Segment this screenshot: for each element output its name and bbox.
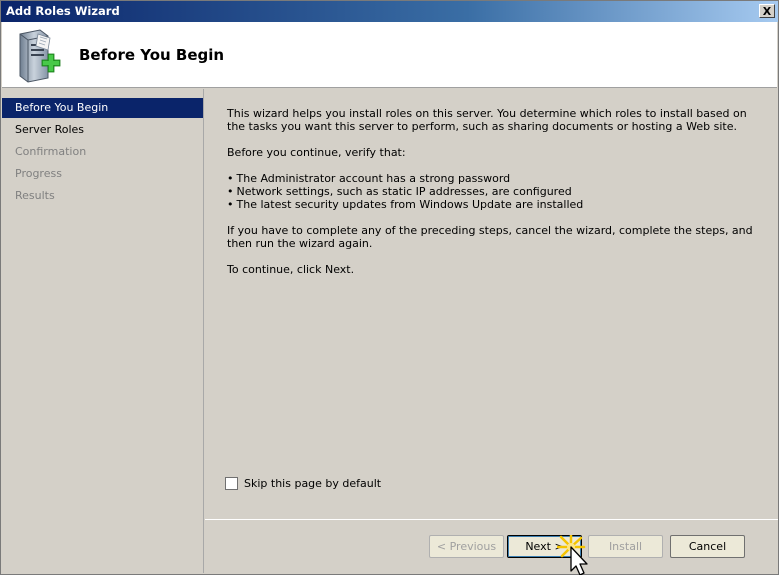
close-button[interactable]: X xyxy=(759,4,775,18)
window-title: Add Roles Wizard xyxy=(6,4,120,18)
continue-note: To continue, click Next. xyxy=(227,263,355,276)
step-before-you-begin[interactable]: Before You Begin xyxy=(2,98,203,118)
checklist-item: Network settings, such as static IP addr… xyxy=(227,185,583,198)
skip-page-option[interactable]: Skip this page by default xyxy=(225,477,381,490)
step-progress: Progress xyxy=(15,167,62,180)
wizard-window: Add Roles Wizard X Before You Begin Befo… xyxy=(0,0,779,575)
close-icon: X xyxy=(762,4,772,18)
cancel-button[interactable]: Cancel xyxy=(670,535,745,558)
page-title: Before You Begin xyxy=(79,46,225,64)
next-button[interactable]: Next > xyxy=(507,535,582,558)
step-list: Before You Begin Server Roles Confirmati… xyxy=(2,89,204,573)
checklist-item: The latest security updates from Windows… xyxy=(227,198,584,211)
step-server-roles[interactable]: Server Roles xyxy=(2,120,203,140)
step-confirmation: Confirmation xyxy=(15,145,87,158)
wizard-header: Before You Begin xyxy=(2,22,777,88)
skip-label[interactable]: Skip this page by default xyxy=(244,477,381,490)
skip-checkbox[interactable] xyxy=(225,477,238,490)
footer-divider xyxy=(205,519,778,520)
install-button[interactable]: Install xyxy=(588,535,663,558)
step-results: Results xyxy=(15,189,55,202)
checklist-item: The Administrator account has a strong p… xyxy=(227,172,583,185)
checklist: The Administrator account has a strong p… xyxy=(227,172,584,211)
server-add-icon xyxy=(19,29,61,83)
intro-text: This wizard helps you install roles on t… xyxy=(227,107,747,133)
previous-button[interactable]: < Previous xyxy=(429,535,504,558)
cancel-note: If you have to complete any of the prece… xyxy=(227,224,753,250)
title-bar[interactable]: Add Roles Wizard X xyxy=(1,1,778,22)
verify-text: Before you continue, verify that: xyxy=(227,146,406,159)
wizard-content: This wizard helps you install roles on t… xyxy=(205,89,778,519)
